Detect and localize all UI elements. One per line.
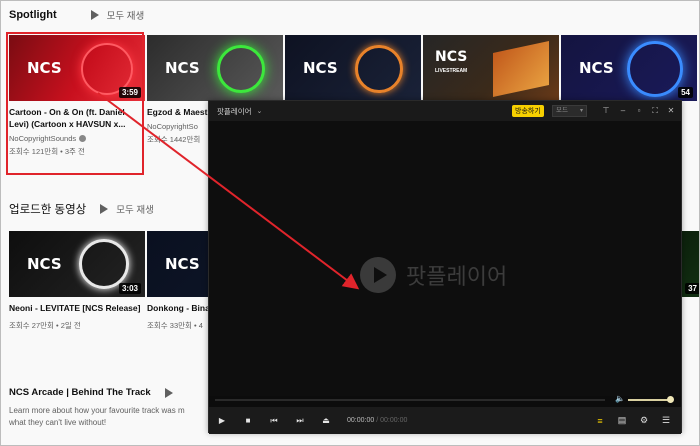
volume-knob[interactable] — [667, 396, 674, 403]
play-all-label: 모두 재생 — [116, 205, 154, 216]
video-meta: 조회수 27만회 • 2일 전 — [9, 321, 81, 330]
play-all-button[interactable]: 모두 재생 — [90, 8, 145, 22]
duration-badge: 54 — [678, 87, 693, 98]
time-display: 00:00:00 / 00:00:00 — [347, 417, 407, 424]
section-title-arcade: NCS Arcade | Behind The Track — [9, 387, 151, 398]
close-icon[interactable]: ✕ — [665, 104, 677, 117]
video-thumbnail[interactable]: NCS LIVESTREAM — [423, 35, 559, 101]
play-icon[interactable]: ▶ — [209, 407, 235, 434]
duration-badge: 3:03 — [118, 283, 141, 294]
chevron-down-icon: ⌄ — [256, 108, 263, 115]
restore-icon[interactable]: ▫ — [633, 104, 645, 117]
fullscreen-icon[interactable]: ⛶ — [649, 104, 661, 117]
room-graphic — [493, 41, 549, 97]
arcade-header: NCS Arcade | Behind The Track — [9, 387, 181, 398]
video-thumbnail[interactable]: NCS 54 — [561, 35, 697, 101]
play-icon — [100, 204, 109, 214]
player-controls: ▶ ■ ⏮ ⏭ ⏏ 00:00:00 / 00:00:00 ≡ ▤ ⚙ ☰ — [209, 407, 681, 434]
ncs-logo: NCS — [435, 49, 468, 65]
ring-graphic — [355, 45, 403, 93]
subtitle-icon[interactable]: ▤ — [611, 407, 633, 434]
time-total: 00:00:00 — [380, 417, 408, 424]
ncs-logo: NCS — [165, 255, 200, 273]
player-logo: 팟플레이어 — [360, 257, 507, 293]
ncs-logo: NCS — [579, 59, 614, 77]
video-card[interactable]: NCS LIVESTREAM — [423, 35, 559, 101]
ncs-logo: NCS — [27, 255, 62, 273]
section-title-uploads: 업로드한 동영상 — [9, 204, 87, 216]
play-all-button[interactable] — [164, 387, 181, 398]
play-icon — [90, 10, 99, 20]
livestream-label: LIVESTREAM — [435, 68, 468, 74]
ncs-logo: NCS — [303, 59, 338, 77]
dropdown-icon: ▾ — [579, 108, 583, 114]
app-name: 팟플레이어 — [217, 106, 252, 116]
ncs-logo: NCS — [165, 59, 200, 77]
highlight-box — [6, 32, 144, 175]
app-menu[interactable]: 팟플레이어 ⌄ — [217, 106, 262, 117]
time-separator: / — [376, 417, 379, 424]
video-thumbnail[interactable]: NCS — [285, 35, 421, 101]
play-all-button[interactable]: 모두 재생 — [100, 202, 154, 216]
video-card[interactable]: NCS 3:03 Neoni - LEVITATE [NCS Release] … — [9, 231, 145, 331]
play-icon — [164, 387, 173, 398]
video-thumbnail[interactable]: NCS 3:03 — [9, 231, 145, 297]
video-screen[interactable]: 팟플레이어 — [209, 121, 681, 396]
minimize-icon[interactable]: – — [617, 104, 629, 117]
settings-icon[interactable]: ⚙ — [633, 407, 655, 434]
arcade-description: Learn more about how your favourite trac… — [9, 406, 185, 427]
ring-graphic — [217, 45, 265, 93]
next-icon[interactable]: ⏭ — [287, 407, 313, 434]
play-logo-icon — [360, 257, 396, 293]
player-right-controls: ≡ ▤ ⚙ ☰ — [589, 407, 677, 434]
playlist-search-icon[interactable]: ≡ — [589, 407, 611, 434]
spotlight-header: Spotlight 모두 재생 — [9, 8, 144, 22]
time-current: 00:00:00 — [347, 417, 375, 424]
eject-icon[interactable]: ⏏ — [313, 407, 339, 434]
player-logo-text: 팟플레이어 — [406, 265, 508, 290]
volume-icon[interactable]: 🔈 — [615, 394, 625, 403]
video-thumbnail[interactable]: NCS — [147, 35, 283, 101]
video-card[interactable]: NCS — [285, 35, 421, 101]
duration-badge: 37 — [685, 283, 699, 294]
section-title-spotlight: Spotlight — [9, 9, 57, 21]
broadcast-button[interactable]: 방송하기 — [512, 105, 544, 117]
stop-icon[interactable]: ■ — [235, 407, 261, 434]
uploads-header: 업로드한 동영상 모두 재생 — [9, 201, 154, 217]
video-title[interactable]: Neoni - LEVITATE [NCS Release] — [9, 302, 145, 314]
play-all-label: 모두 재생 — [106, 11, 145, 22]
pin-icon[interactable]: ⊤ — [600, 104, 612, 117]
previous-icon[interactable]: ⏮ — [261, 407, 287, 434]
mode-select[interactable]: 모드 ▾ — [552, 105, 587, 117]
ring-graphic — [79, 239, 129, 289]
volume-slider[interactable] — [628, 399, 670, 401]
seek-bar[interactable] — [215, 399, 605, 401]
menu-icon[interactable]: ☰ — [655, 407, 677, 434]
video-thumbnail-partial[interactable]: 37 — [682, 231, 699, 297]
video-card[interactable]: NCS 54 — [561, 35, 697, 101]
youtube-channel-page: Spotlight 모두 재생 NCS 3:59 Cartoon - On & … — [0, 0, 700, 446]
potplayer-window[interactable]: 팟플레이어 ⌄ 방송하기 모드 ▾ ⊤ – ▫ ⛶ ✕ 팟플레이어 🔈 ▶ ■ … — [208, 100, 682, 434]
ring-graphic — [627, 41, 683, 97]
